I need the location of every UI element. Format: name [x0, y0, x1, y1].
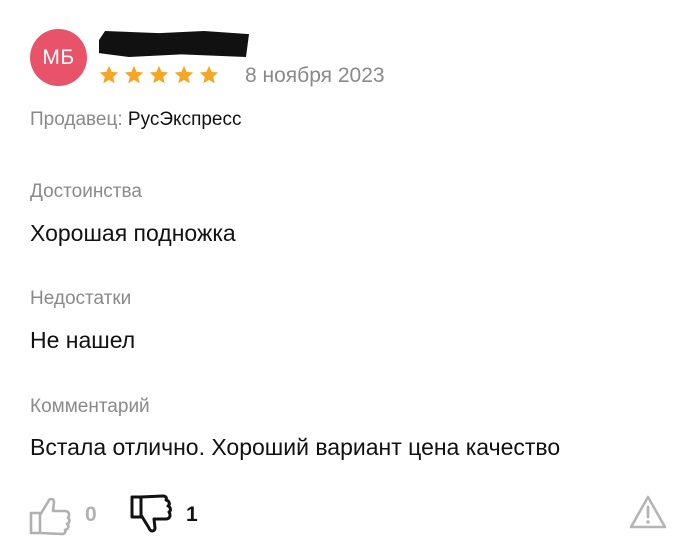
thumbs-down-icon [130, 494, 172, 533]
dislike-count: 1 [186, 503, 198, 526]
pros-text: Хорошая подножка [30, 220, 236, 246]
cons-text: Не нашел [30, 327, 136, 353]
dislike-button[interactable]: 1 [128, 492, 198, 538]
review-date: 8 ноября 2023 [245, 64, 385, 87]
star-icon [124, 65, 144, 84]
seller-label: Продавец: [30, 109, 123, 130]
pros-title: Достоинства [30, 181, 142, 202]
comment-text: Встала отлично. Хороший вариант цена кач… [30, 434, 561, 460]
cons-title: Недостатки [30, 288, 132, 309]
star-icon [99, 65, 119, 84]
username-redacted [99, 31, 249, 57]
seller-line: Продавец: РусЭкспресс [30, 109, 242, 131]
thumbs-up-icon [29, 497, 71, 536]
seller-name[interactable]: РусЭкспресс [128, 109, 242, 130]
like-button[interactable]: 0 [27, 492, 97, 538]
comment-title: Комментарий [30, 396, 150, 417]
star-icon [149, 65, 169, 84]
star-icon [199, 65, 219, 84]
avatar: МБ [30, 29, 87, 86]
warning-triangle-icon[interactable] [628, 494, 668, 530]
star-icon [174, 65, 194, 84]
rating-stars [98, 64, 220, 86]
like-count: 0 [85, 503, 97, 526]
